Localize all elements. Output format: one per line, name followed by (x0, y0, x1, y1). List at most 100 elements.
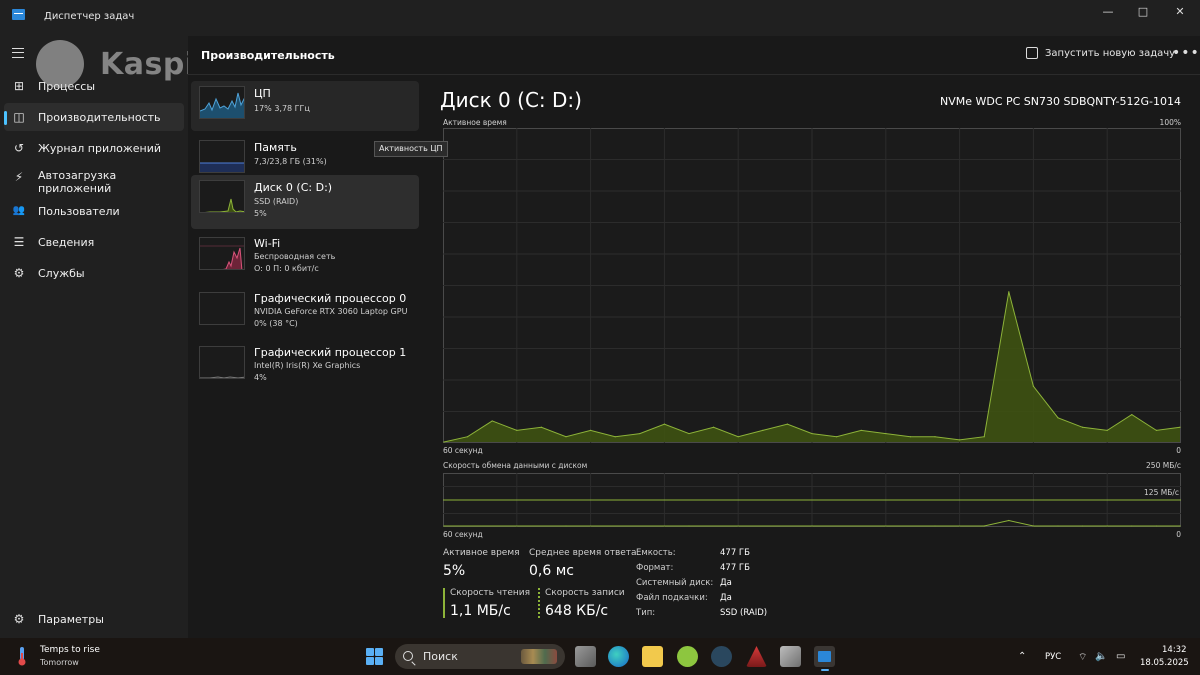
transfer-chart-label: Скорость обмена данными с диском (443, 461, 588, 470)
transfer-rate-series-point (983, 525, 985, 527)
minimize-button[interactable]: — (1092, 4, 1124, 20)
nav-item-services[interactable]: ⚙ Службы (4, 259, 184, 287)
perf-item-model: Intel(R) Iris(R) Xe Graphics (254, 361, 361, 370)
active-time-series-point (983, 436, 985, 438)
thermometer-icon[interactable] (17, 646, 27, 666)
close-button[interactable]: ✕ (1164, 4, 1196, 20)
task-manager-taskbar-icon[interactable] (814, 646, 835, 671)
run-new-task-label: Запустить новую задачу (1045, 47, 1176, 59)
search-highlight-image (521, 649, 557, 664)
wifi-icon[interactable]: ⌔ (1078, 651, 1087, 664)
active-time-series-point (1106, 429, 1108, 431)
transfer-chart-mid: 125 МБ/с (1144, 488, 1179, 497)
adobe-acrobat-icon[interactable] (746, 646, 767, 667)
active-time-series-point (1131, 414, 1133, 416)
transfer-rate-series-point (688, 525, 690, 527)
task-manager-icon (12, 9, 25, 20)
active-time-series-point (1057, 417, 1059, 419)
file-explorer-icon[interactable] (642, 646, 663, 667)
perf-item-name: Wi-Fi (254, 237, 281, 250)
windows-logo-tile (366, 657, 374, 665)
nav-item-performance[interactable]: ◫ Производительность (4, 103, 184, 131)
perf-item-model: NVIDIA GeForce RTX 3060 Laptop GPU (254, 307, 408, 316)
nav-item-startup-apps[interactable]: ⚡ Автозагрузка приложений (4, 167, 184, 201)
system-disk-label: Системный диск: (636, 578, 714, 588)
perf-item-name: Диск 0 (C: D:) (254, 181, 333, 194)
nav-item-label: Журнал приложений (38, 141, 162, 155)
nav-item-details[interactable]: ☰ Сведения (4, 228, 184, 256)
language-indicator[interactable]: РУС (1045, 652, 1061, 662)
windows-logo-tile (366, 648, 374, 656)
windows-logo-tile (375, 648, 383, 656)
active-time-stat-value: 5% (443, 563, 466, 579)
perf-item-type: SSD (RAID) (254, 197, 299, 206)
perf-item-usage: 0% (38 °C) (254, 319, 298, 328)
active-time-series-point (614, 436, 616, 438)
transfer-x-right: 0 (1176, 530, 1181, 539)
type-value: SSD (RAID) (720, 608, 768, 618)
disk-model: NVMe WDC PC SN730 SDBQNTY-512G-1014 (939, 95, 1181, 108)
chevron-up-icon[interactable]: ⌃ (1018, 651, 1026, 662)
volume-icon[interactable]: 🔈 (1095, 651, 1107, 662)
gpu0-thumbnail (199, 292, 245, 325)
transfer-rate-series-point (1032, 525, 1034, 527)
perf-item-wifi[interactable]: Wi-Fi Беспроводная сеть О: 0 П: 0 кбит/с (191, 231, 419, 285)
active-time-x-right: 0 (1176, 446, 1181, 455)
task-view-icon[interactable] (575, 646, 596, 667)
perf-item-gpu-1[interactable]: Графический процессор 1 Intel(R) Iris(R)… (191, 340, 419, 394)
run-new-task-button[interactable]: Запустить новую задачу (1026, 47, 1175, 59)
transfer-rate-series-point (1106, 525, 1108, 527)
transfer-rate-series-point (811, 525, 813, 527)
battery-icon[interactable]: ▭ (1116, 651, 1125, 662)
edge-browser-icon[interactable] (608, 646, 629, 667)
transfer-rate-series-point (934, 525, 936, 527)
search-icon (403, 651, 413, 661)
maximize-button[interactable]: □ (1127, 4, 1159, 20)
nav-item-users[interactable]: 👥 Пользователи (4, 197, 184, 225)
grid-icon: ⊞ (13, 79, 25, 93)
taskbar-search[interactable]: Поиск (395, 644, 565, 669)
active-time-series-point (909, 436, 911, 438)
history-icon: ↺ (13, 141, 25, 155)
weather-subtitle: Tomorrow (40, 658, 79, 667)
active-time-series-point (885, 432, 887, 435)
disk-thumbnail (199, 180, 245, 213)
steam-icon[interactable] (711, 646, 732, 667)
perf-item-name: Графический процессор 1 (254, 346, 407, 359)
window-title: Диспетчер задач (44, 11, 135, 22)
start-button[interactable] (366, 648, 383, 665)
disk-title: Диск 0 (C: D:) (440, 88, 582, 112)
active-time-series-point (786, 423, 788, 425)
active-time-series-point (540, 426, 542, 428)
active-time-series-point (590, 429, 592, 431)
more-options-icon[interactable]: ••• (1172, 45, 1200, 61)
nav-item-label: Производительность (38, 110, 161, 124)
perf-item-throughput: О: 0 П: 0 кбит/с (254, 264, 319, 273)
hamburger-menu-icon[interactable] (12, 48, 24, 58)
active-time-stat-label: Активное время (443, 548, 520, 558)
utorrent-icon[interactable] (677, 646, 698, 667)
active-time-series-point (737, 436, 739, 438)
nav-item-app-history[interactable]: ↺ Журнал приложений (4, 134, 184, 162)
gpu1-thumbnail (199, 346, 245, 379)
active-time-series-point (688, 432, 690, 435)
perf-item-cpu[interactable]: ЦП 17% 3,78 ГГц (191, 81, 419, 131)
game-app-icon[interactable] (780, 646, 801, 667)
nav-item-processes[interactable]: ⊞ Процессы (4, 72, 184, 100)
active-time-series-point (811, 432, 813, 435)
clock-time[interactable]: 14:32 (1162, 645, 1187, 655)
nav-item-settings[interactable]: ⚙ Параметры (4, 605, 184, 633)
active-time-x-left: 60 секунд (443, 446, 483, 455)
active-time-series-point (959, 439, 961, 441)
read-speed-stat-value: 1,1 МБ/с (450, 603, 511, 619)
windows-logo-tile (375, 657, 383, 665)
nav-item-label: Автозагрузка приложений (38, 169, 117, 195)
nav-item-label: Пользователи (38, 204, 120, 218)
perf-item-disk-0[interactable]: Диск 0 (C: D:) SSD (RAID) 5% (191, 175, 419, 229)
taskbar: Temps to rise Tomorrow Поиск ⌃ РУС ⌔ 🔈 ▭… (0, 638, 1200, 675)
perf-item-gpu-0[interactable]: Графический процессор 0 NVIDIA GeForce R… (191, 286, 419, 340)
capacity-value: 477 ГБ (720, 548, 750, 558)
clock-date[interactable]: 18.05.2025 (1140, 658, 1189, 668)
weather-title[interactable]: Temps to rise (40, 645, 100, 655)
main-area: Производительность Запустить новую задач… (188, 36, 1200, 638)
